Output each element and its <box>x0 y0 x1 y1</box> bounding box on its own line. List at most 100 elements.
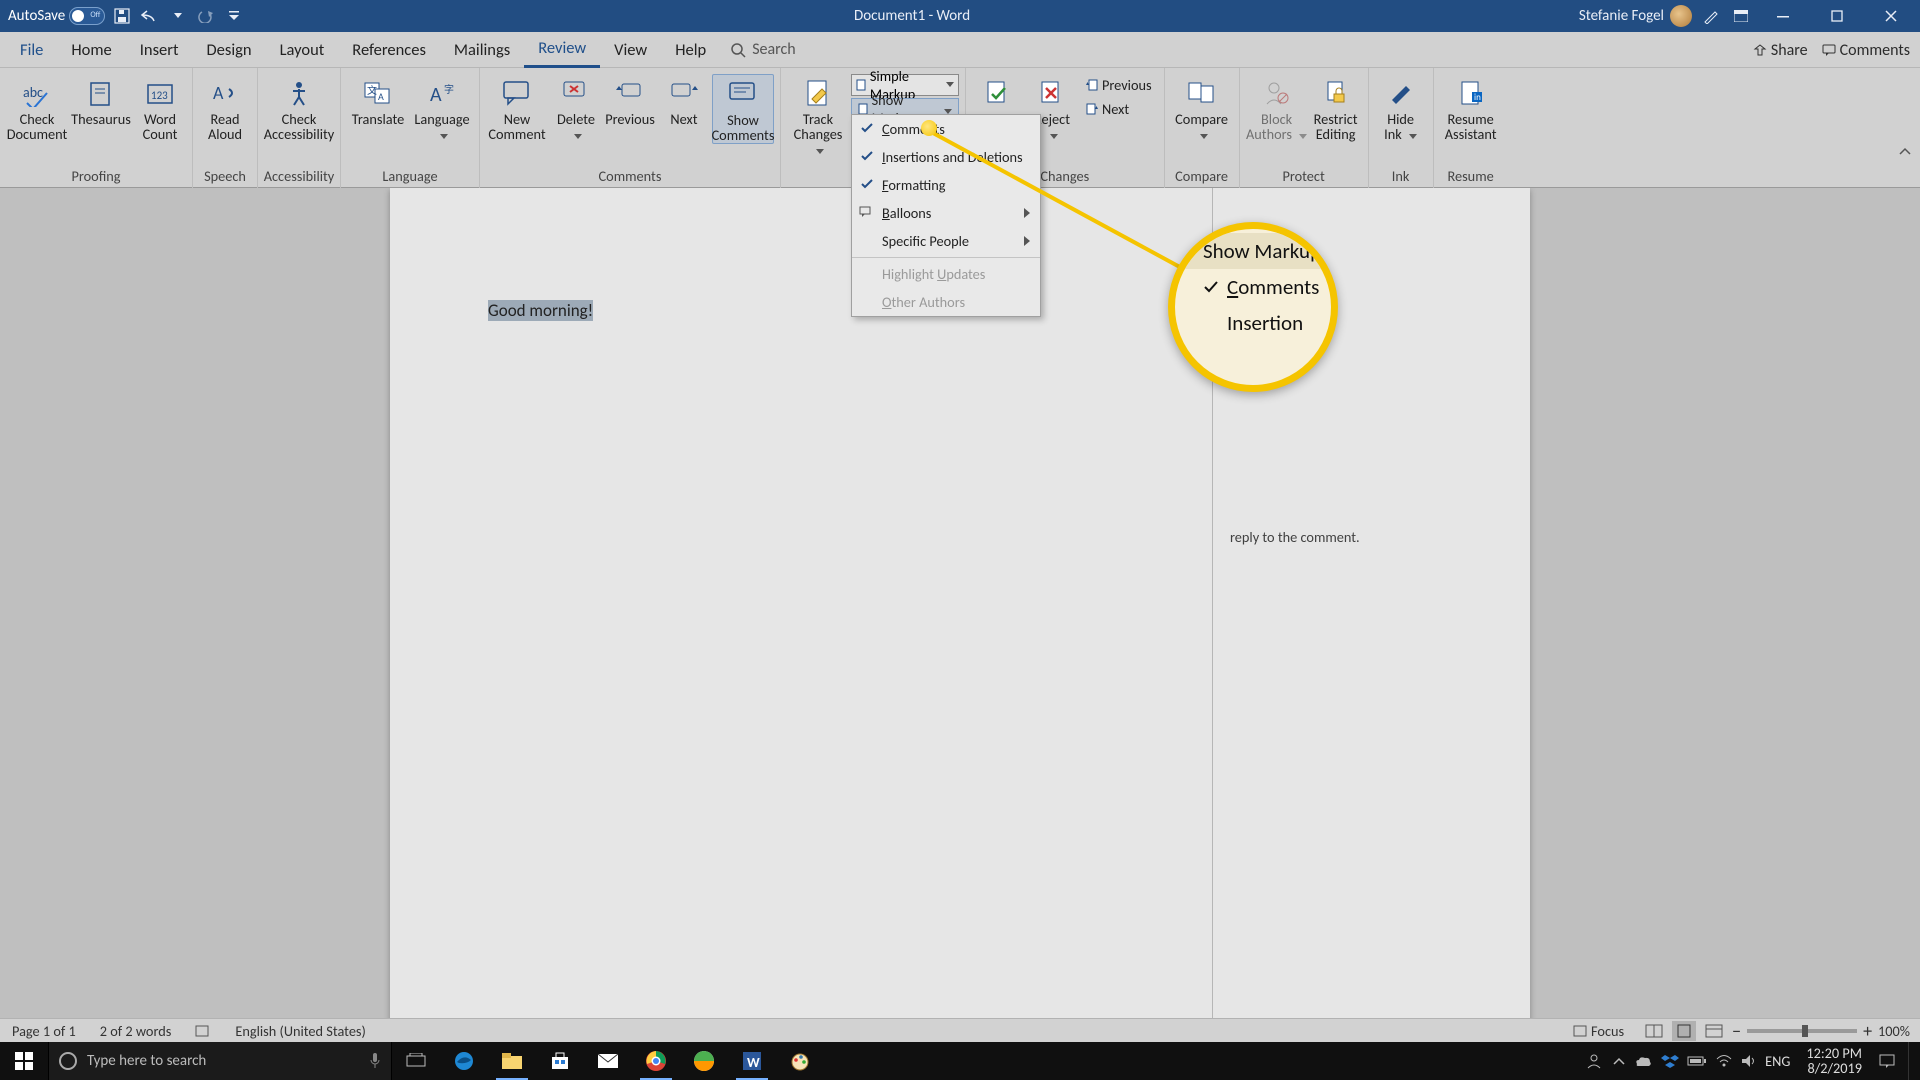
tab-help[interactable]: Help <box>661 32 720 68</box>
read-aloud-button[interactable]: A ReadAloud <box>199 74 251 142</box>
drawing-mode-icon[interactable] <box>1700 5 1722 27</box>
show-comments-button[interactable]: ShowComments <box>712 74 774 144</box>
taskbar-mail[interactable] <box>584 1042 632 1080</box>
taskbar-paint[interactable] <box>776 1042 824 1080</box>
word-count-button[interactable]: 123 WordCount <box>134 74 186 142</box>
check-document-button[interactable]: abc CheckDocument <box>6 74 68 142</box>
tray-dropbox-icon[interactable] <box>1661 1053 1679 1069</box>
windows-icon <box>15 1052 33 1070</box>
menu-item-specific-people[interactable]: Specific People <box>852 227 1040 255</box>
zoom-in-button[interactable]: + <box>1863 1020 1872 1042</box>
next-change-button[interactable]: Next <box>1080 98 1158 120</box>
taskbar-word[interactable]: W <box>728 1042 776 1080</box>
tab-design[interactable]: Design <box>193 32 266 68</box>
tray-notifications-icon[interactable] <box>1878 1053 1896 1069</box>
read-mode-button[interactable] <box>1642 1021 1666 1041</box>
block-authors-button[interactable]: BlockAuthors <box>1246 74 1308 142</box>
check-accessibility-button[interactable]: CheckAccessibility <box>264 74 334 142</box>
status-language[interactable]: English (United States) <box>223 1022 378 1040</box>
qat-customize-icon[interactable] <box>223 5 245 27</box>
magnifier-row-comments: Comments <box>1169 269 1338 305</box>
user-name: Stefanie Fogel <box>1579 7 1664 25</box>
compare-button[interactable]: Compare <box>1171 74 1233 142</box>
tray-expand-icon[interactable] <box>1613 1056 1625 1066</box>
close-button[interactable] <box>1868 0 1914 32</box>
next-comment-button[interactable]: Next <box>658 74 710 127</box>
tray-clock[interactable]: 12:20 PM 8/2/2019 <box>1798 1046 1870 1076</box>
maximize-button[interactable] <box>1814 0 1860 32</box>
tray-people-icon[interactable] <box>1583 1042 1605 1080</box>
web-layout-button[interactable] <box>1702 1021 1726 1041</box>
tray-battery-icon[interactable] <box>1687 1055 1707 1067</box>
search-placeholder: Type here to search <box>87 1052 206 1070</box>
status-word-count[interactable]: 2 of 2 words <box>88 1022 184 1040</box>
status-page[interactable]: Page 1 of 1 <box>0 1022 88 1040</box>
group-label-proofing: Proofing <box>0 165 192 188</box>
share-button[interactable]: Share <box>1753 41 1808 60</box>
save-icon[interactable] <box>111 5 133 27</box>
resume-assistant-button[interactable]: in ResumeAssistant <box>1440 74 1502 142</box>
track-changes-button[interactable]: TrackChanges <box>787 74 849 157</box>
selected-text[interactable]: Good morning! <box>488 300 593 321</box>
zoom-slider[interactable] <box>1747 1029 1857 1033</box>
tab-layout[interactable]: Layout <box>266 32 339 68</box>
tab-references[interactable]: References <box>338 32 440 68</box>
taskbar-edge[interactable] <box>440 1042 488 1080</box>
task-view-button[interactable] <box>392 1042 440 1080</box>
ribbon-display-icon[interactable] <box>1730 5 1752 27</box>
menu-item-balloons[interactable]: Balloons <box>852 199 1040 227</box>
language-button[interactable]: A字 Language <box>411 74 473 142</box>
hide-ink-button[interactable]: HideInk <box>1375 74 1427 142</box>
menu-item-insertions-deletions[interactable]: Insertions and Deletions <box>852 143 1040 171</box>
undo-icon[interactable] <box>139 5 161 27</box>
zoom-level[interactable]: 100% <box>1878 1022 1910 1040</box>
tab-mailings[interactable]: Mailings <box>440 32 524 68</box>
restrict-editing-button[interactable]: RestrictEditing <box>1310 74 1362 142</box>
callout-highlight-dot <box>921 120 937 136</box>
translate-button[interactable]: 文A Translate <box>347 74 409 127</box>
show-desktop-strip[interactable] <box>1908 1042 1914 1080</box>
previous-change-button[interactable]: Previous <box>1080 74 1158 96</box>
tab-home[interactable]: Home <box>57 32 125 68</box>
new-comment-button[interactable]: NewComment <box>486 74 548 142</box>
search-box[interactable]: Search <box>730 40 796 59</box>
thesaurus-button[interactable]: Thesaurus <box>70 74 132 127</box>
taskbar-file-explorer[interactable] <box>488 1042 536 1080</box>
document-text[interactable]: Good morning! <box>488 300 593 321</box>
tab-insert[interactable]: Insert <box>126 32 193 68</box>
svg-text:123: 123 <box>151 89 168 102</box>
start-button[interactable] <box>0 1042 48 1080</box>
tray-onedrive-icon[interactable] <box>1633 1054 1653 1068</box>
focus-mode-button[interactable]: Focus <box>1561 1022 1636 1040</box>
autosave-toggle[interactable]: AutoSave Off <box>8 7 105 25</box>
taskbar-app-generic[interactable] <box>680 1042 728 1080</box>
tab-view[interactable]: View <box>600 32 661 68</box>
svg-text:A: A <box>213 82 224 104</box>
svg-text:W: W <box>747 1054 760 1071</box>
zoom-out-button[interactable]: − <box>1732 1020 1741 1042</box>
autosave-pill[interactable]: Off <box>69 7 105 25</box>
comments-button[interactable]: Comments <box>1822 41 1910 60</box>
taskbar-store[interactable] <box>536 1042 584 1080</box>
previous-comment-button[interactable]: Previous <box>604 74 656 127</box>
document-title: Document1 - Word <box>245 7 1579 25</box>
minimize-button[interactable] <box>1760 0 1806 32</box>
tray-wifi-icon[interactable] <box>1715 1054 1733 1068</box>
mic-icon[interactable] <box>369 1052 381 1070</box>
undo-menu-icon[interactable] <box>167 5 189 27</box>
page-icon <box>856 79 866 91</box>
status-spellcheck-icon[interactable] <box>183 1024 223 1038</box>
tab-file[interactable]: File <box>6 32 57 68</box>
taskbar-search[interactable]: Type here to search <box>48 1042 392 1080</box>
print-layout-button[interactable] <box>1672 1021 1696 1041</box>
redo-icon[interactable] <box>195 5 217 27</box>
avatar <box>1670 5 1692 27</box>
tray-language[interactable]: ENG <box>1765 1052 1790 1070</box>
collapse-ribbon-icon[interactable] <box>1898 146 1912 156</box>
tray-volume-icon[interactable] <box>1741 1054 1757 1068</box>
taskbar-chrome[interactable] <box>632 1042 680 1080</box>
tab-review[interactable]: Review <box>524 32 600 68</box>
delete-comment-button[interactable]: Delete <box>550 74 602 142</box>
account-button[interactable]: Stefanie Fogel <box>1579 5 1692 27</box>
magnifier-callout: Simple Markup Show Markup▾ Comments Inse… <box>1168 222 1338 392</box>
